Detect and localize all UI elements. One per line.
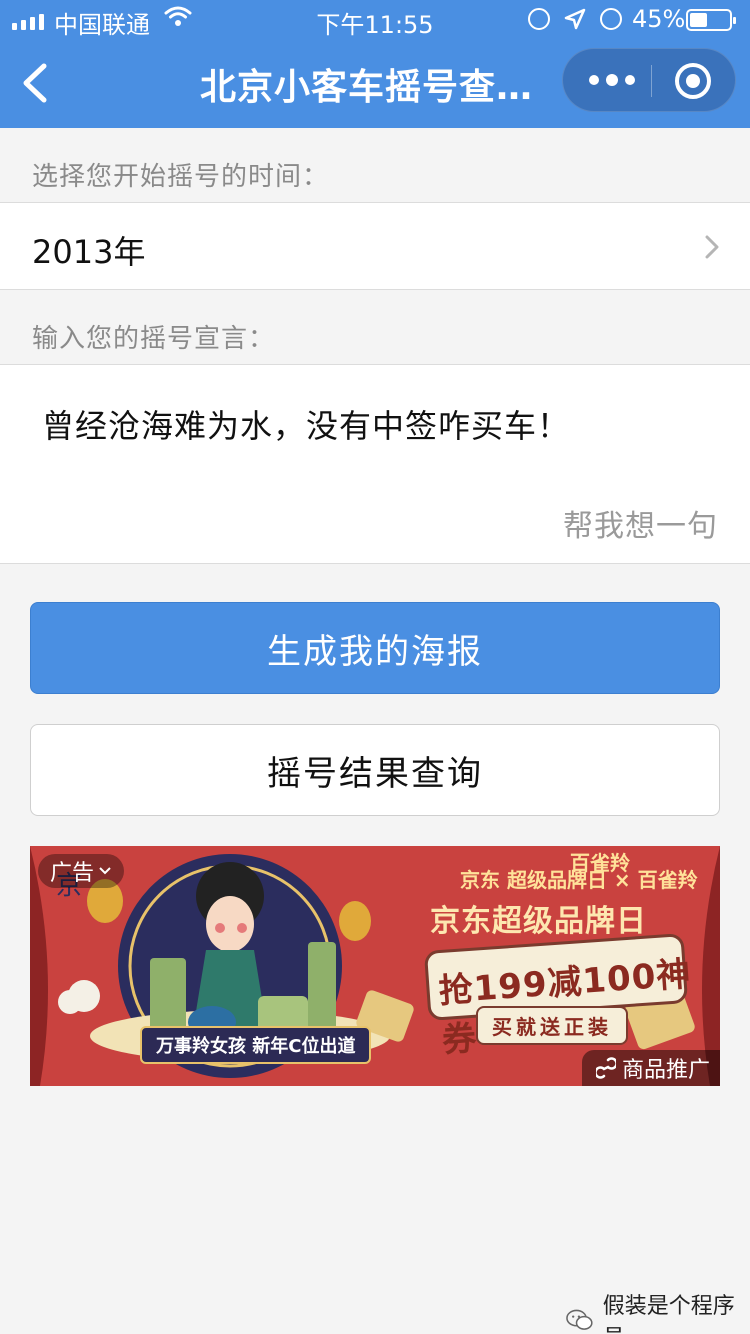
- top-bar: 中国联通 下午11:55 45% 北京小客车摇号查…: [0, 0, 750, 128]
- miniprogram-capsule: [562, 48, 736, 112]
- start-year-picker[interactable]: 2013年: [0, 202, 750, 290]
- declaration-textarea[interactable]: 曾经沧海难为水，没有中签咋买车！ 帮我想一句: [0, 364, 750, 564]
- product-promo-label: 商品推广: [621, 1058, 710, 1083]
- start-year-value: 2013年: [32, 233, 146, 271]
- suggest-link[interactable]: 帮我想一句: [563, 501, 718, 545]
- ad-banner[interactable]: 京 百雀羚 广告 京东 超级品牌日 × 百雀羚 京东超级品牌日 抢199减100…: [30, 846, 720, 1086]
- chevron-right-icon: [705, 235, 719, 259]
- battery-icon: [686, 9, 736, 31]
- capsule-divider: [651, 65, 652, 97]
- wechat-icon: [566, 1309, 593, 1330]
- ad-subline: 买就送正装: [476, 1006, 628, 1045]
- battery-level: [690, 13, 707, 27]
- nav-bar: 北京小客车摇号查…: [0, 40, 750, 128]
- close-miniprogram-icon[interactable]: [675, 63, 711, 99]
- watermark: 假装是个程序员: [566, 1288, 750, 1334]
- rotation-lock-icon: [528, 8, 550, 30]
- ad-tag[interactable]: 广告: [38, 854, 125, 888]
- watermark-text: 假装是个程序员: [602, 1294, 735, 1334]
- ad-brand: 京东 超级品牌日 × 百雀羚: [460, 868, 698, 892]
- chevron-down-icon: [99, 867, 111, 875]
- ad-tag-label: 广告: [50, 861, 95, 886]
- declaration-text: 曾经沧海难为水，没有中签咋买车！: [42, 407, 571, 445]
- query-result-button[interactable]: 摇号结果查询: [30, 724, 720, 816]
- start-time-label: 选择您开始摇号的时间：: [32, 162, 330, 192]
- alarm-icon: [600, 8, 622, 30]
- product-promo-badge: 商品推广: [581, 1050, 720, 1086]
- status-icons: [528, 8, 622, 30]
- location-icon: [564, 8, 586, 30]
- status-bar: 中国联通 下午11:55 45%: [0, 0, 750, 40]
- generate-poster-button[interactable]: 生成我的海报: [30, 602, 720, 694]
- miniprogram-link-icon: [595, 1057, 616, 1079]
- more-options-icon[interactable]: [589, 74, 635, 86]
- declaration-label: 输入您的摇号宣言：: [32, 324, 276, 354]
- ad-tagline: 万事羚女孩 新年C位出道: [140, 1026, 372, 1064]
- page-title: 北京小客车摇号查…: [200, 67, 534, 108]
- ad-headline: 京东超级品牌日: [430, 904, 647, 939]
- battery-percent: 45%: [632, 5, 686, 33]
- back-arrow-icon[interactable]: [14, 58, 54, 108]
